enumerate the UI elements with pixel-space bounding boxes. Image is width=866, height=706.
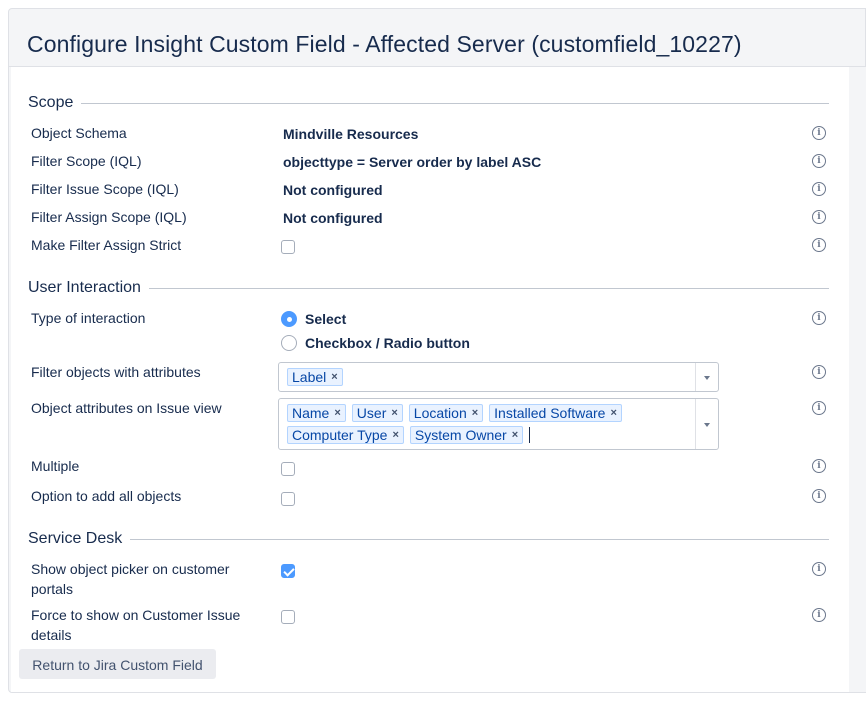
tag-text: User: [356, 405, 387, 421]
tag-label: Label ×: [287, 368, 343, 386]
issue-view-attributes-label: Object attributes on Issue view: [31, 400, 222, 416]
object-schema-value: Mindville Resources: [283, 126, 419, 142]
info-icon[interactable]: i: [812, 154, 826, 168]
filter-scope-label: Filter Scope (IQL): [31, 153, 142, 169]
remove-tag-icon[interactable]: ×: [472, 405, 478, 421]
multiple-checkbox[interactable]: [281, 462, 295, 476]
type-of-interaction-label: Type of interaction: [31, 310, 146, 326]
tag-user: User ×: [351, 404, 403, 422]
tag-text: Name: [292, 405, 330, 421]
info-icon[interactable]: i: [812, 401, 826, 415]
info-icon[interactable]: i: [812, 562, 826, 576]
force-show-label-line2: details: [31, 627, 72, 643]
section-service-desk: Service Desk: [28, 530, 829, 548]
force-show-label: Force to show on Customer Issue details: [31, 605, 240, 645]
add-all-objects-label: Option to add all objects: [31, 488, 182, 504]
scrollbar-track[interactable]: [849, 67, 866, 692]
dropdown-arrow-icon[interactable]: [695, 399, 718, 449]
section-user-interaction: User Interaction: [28, 279, 829, 297]
section-user-interaction-title: User Interaction: [28, 279, 141, 296]
tag-location: Location ×: [408, 404, 484, 422]
info-icon[interactable]: i: [812, 489, 826, 503]
add-all-objects-checkbox[interactable]: [281, 492, 295, 506]
page-title: Configure Insight Custom Field - Affecte…: [27, 31, 742, 57]
filter-issue-scope-value: Not configured: [283, 182, 383, 198]
section-divider: [81, 102, 829, 104]
section-scope: Scope: [28, 94, 829, 112]
tag-text: Computer Type: [292, 427, 388, 443]
remove-tag-icon[interactable]: ×: [334, 405, 340, 421]
filter-attributes-tags: Label ×: [287, 368, 687, 390]
filter-attributes-label: Filter objects with attributes: [31, 364, 201, 380]
radio-checkbox-radio-button[interactable]: [281, 335, 297, 351]
filter-scope-value: objecttype = Server order by label ASC: [283, 154, 542, 170]
info-icon[interactable]: i: [812, 126, 826, 140]
picker-portals-label-line1: Show object picker on customer: [31, 561, 230, 577]
multiple-label: Multiple: [31, 458, 80, 474]
remove-tag-icon[interactable]: ×: [392, 427, 398, 443]
make-filter-strict-checkbox[interactable]: [281, 240, 295, 254]
tag-text: Installed Software: [494, 405, 606, 421]
return-to-jira-button[interactable]: Return to Jira Custom Field: [19, 649, 216, 679]
tag-installed-software: Installed Software ×: [489, 404, 622, 422]
remove-tag-icon[interactable]: ×: [391, 405, 397, 421]
radio-checkbox-label[interactable]: Checkbox / Radio button: [305, 333, 470, 353]
picker-portals-label-line2: portals: [31, 581, 74, 597]
picker-portals-label: Show object picker on customer portals: [31, 559, 229, 599]
picker-portals-checkbox[interactable]: [281, 564, 295, 578]
dropdown-arrow-icon[interactable]: [695, 363, 718, 391]
section-divider: [130, 538, 829, 540]
radio-select-label[interactable]: Select: [305, 309, 346, 329]
info-icon[interactable]: i: [812, 459, 826, 473]
tag-text: Label: [292, 369, 327, 385]
make-filter-strict-label: Make Filter Assign Strict: [31, 237, 182, 253]
info-icon[interactable]: i: [812, 238, 826, 252]
remove-tag-icon[interactable]: ×: [610, 405, 616, 421]
force-show-label-line1: Force to show on Customer Issue: [31, 607, 241, 623]
remove-tag-icon[interactable]: ×: [331, 369, 337, 385]
dialog-frame: Configure Insight Custom Field - Affecte…: [8, 8, 866, 693]
section-divider: [148, 287, 829, 289]
info-icon[interactable]: i: [812, 311, 826, 325]
text-caret: [529, 427, 531, 443]
info-icon[interactable]: i: [812, 365, 826, 379]
tag-system-owner: System Owner ×: [409, 426, 524, 444]
section-scope-title: Scope: [28, 94, 74, 111]
section-service-desk-title: Service Desk: [28, 530, 123, 547]
info-icon[interactable]: i: [812, 210, 826, 224]
info-icon[interactable]: i: [812, 182, 826, 196]
object-schema-label: Object Schema: [31, 125, 127, 141]
tag-text: Location: [413, 405, 467, 421]
filter-assign-scope-label: Filter Assign Scope (IQL): [31, 209, 187, 225]
issue-view-attributes-tags: Name × User × Location × Installed Software…: [287, 404, 687, 448]
tag-name: Name ×: [287, 404, 346, 422]
tag-computer-type: Computer Type ×: [287, 426, 404, 444]
filter-assign-scope-value: Not configured: [283, 210, 383, 226]
filter-attributes-select[interactable]: Label ×: [278, 362, 719, 392]
filter-issue-scope-label: Filter Issue Scope (IQL): [31, 181, 179, 197]
force-show-checkbox[interactable]: [281, 610, 295, 624]
radio-select[interactable]: [281, 311, 297, 327]
config-panel: Scope Object Schema Mindville Resources …: [11, 67, 849, 692]
tag-text: System Owner: [414, 427, 507, 443]
info-icon[interactable]: i: [812, 608, 826, 622]
remove-tag-icon[interactable]: ×: [512, 427, 518, 443]
issue-view-attributes-select[interactable]: Name × User × Location × Installed Software…: [278, 398, 719, 450]
